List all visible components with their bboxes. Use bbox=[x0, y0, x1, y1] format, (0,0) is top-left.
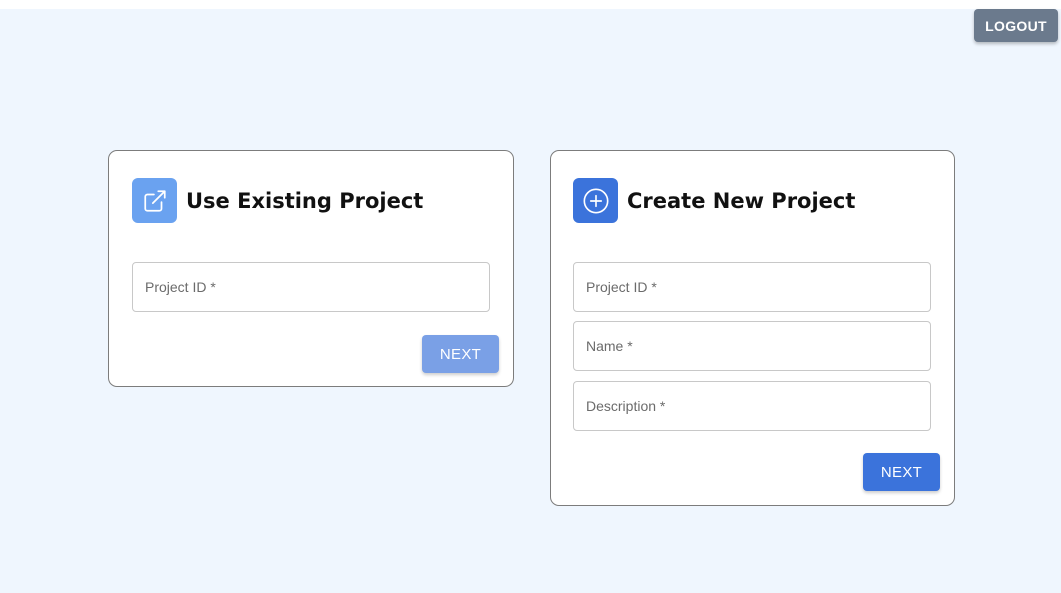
plus-circle-icon bbox=[573, 178, 618, 223]
project-id-field[interactable]: Project ID * bbox=[132, 262, 490, 312]
name-label: Name * bbox=[586, 338, 633, 354]
project-id-field[interactable]: Project ID * bbox=[573, 262, 931, 312]
card-header: Use Existing Project bbox=[132, 178, 423, 223]
use-existing-project-card: Use Existing Project Project ID * NEXT bbox=[108, 150, 514, 387]
card-title: Create New Project bbox=[627, 188, 856, 213]
next-button[interactable]: NEXT bbox=[863, 453, 940, 491]
card-header: Create New Project bbox=[573, 178, 855, 223]
project-id-label: Project ID * bbox=[145, 279, 216, 295]
card-title: Use Existing Project bbox=[186, 188, 424, 213]
next-button[interactable]: NEXT bbox=[422, 335, 499, 373]
name-field[interactable]: Name * bbox=[573, 321, 931, 371]
project-id-label: Project ID * bbox=[586, 279, 657, 295]
description-field[interactable]: Description * bbox=[573, 381, 931, 431]
logout-button[interactable]: LOGOUT bbox=[974, 9, 1058, 42]
external-link-icon bbox=[132, 178, 177, 223]
description-label: Description * bbox=[586, 398, 666, 414]
create-new-project-card: Create New Project Project ID * Name * D… bbox=[550, 150, 955, 506]
